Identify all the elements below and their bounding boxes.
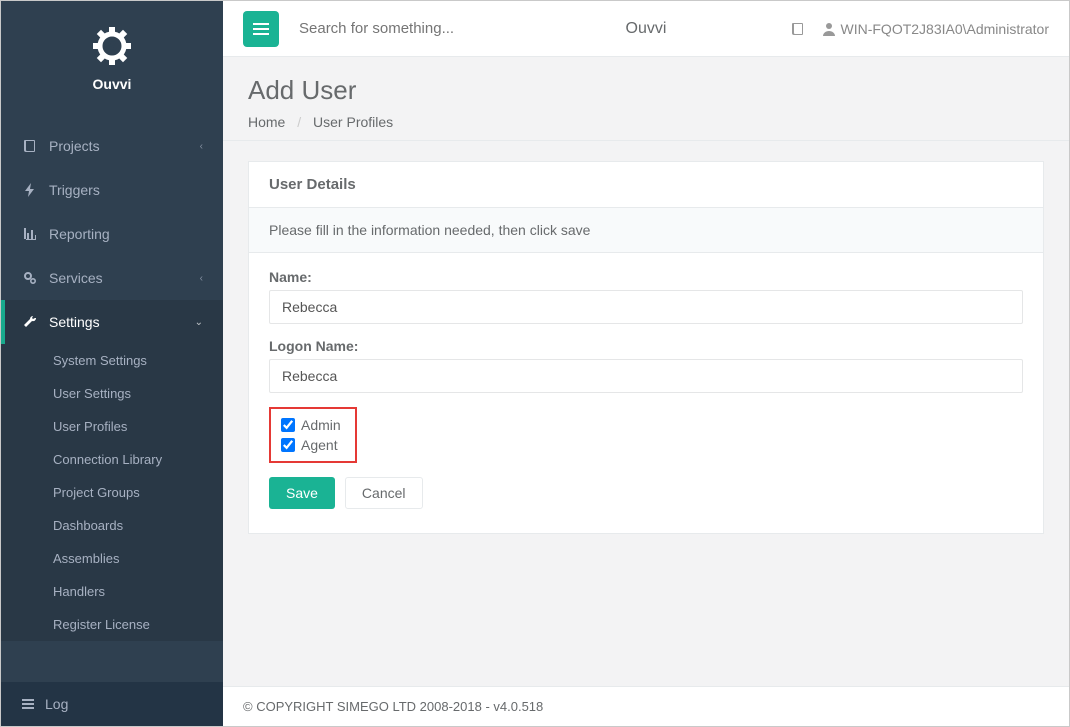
bolt-icon (21, 183, 39, 197)
breadcrumb-current: User Profiles (313, 114, 393, 130)
cancel-button[interactable]: Cancel (345, 477, 423, 509)
footer: © COPYRIGHT SIMEGO LTD 2008-2018 - v4.0.… (223, 686, 1069, 726)
panel-user-details: User Details Please fill in the informat… (248, 161, 1044, 534)
sidebar-item-triggers[interactable]: Triggers (1, 168, 223, 212)
panel-info: Please fill in the information needed, t… (249, 208, 1043, 253)
sidebar: S Ouvvi Projects ‹ Triggers Reporting (1, 1, 223, 726)
admin-checkbox-label: Admin (301, 417, 341, 433)
breadcrumb-home[interactable]: Home (248, 114, 285, 130)
footer-text: © COPYRIGHT SIMEGO LTD 2008-2018 - v4.0.… (243, 699, 543, 714)
sidebar-item-label: Triggers (49, 182, 100, 198)
page-title: Add User (248, 75, 1044, 106)
book-icon[interactable] (791, 22, 805, 36)
chevron-left-icon: ‹ (200, 273, 203, 284)
page-heading: Add User Home / User Profiles (223, 57, 1069, 141)
subitem-handlers[interactable]: Handlers (1, 575, 223, 608)
subitem-connection-library[interactable]: Connection Library (1, 443, 223, 476)
user-icon (823, 22, 835, 36)
name-label: Name: (269, 269, 1023, 285)
logon-input[interactable] (269, 359, 1023, 393)
subitem-system-settings[interactable]: System Settings (1, 344, 223, 377)
breadcrumb: Home / User Profiles (248, 114, 1044, 130)
chart-icon (21, 227, 39, 241)
cogs-icon (21, 271, 39, 285)
user-menu[interactable]: WIN-FQOT2J83IA0\Administrator (823, 21, 1050, 37)
wrench-icon (21, 315, 39, 329)
svg-text:S: S (107, 38, 116, 54)
brand-logo-icon: S (89, 21, 135, 67)
sidebar-item-projects[interactable]: Projects ‹ (1, 124, 223, 168)
breadcrumb-sep: / (297, 114, 301, 130)
sidebar-toggle-button[interactable] (243, 11, 279, 47)
sidebar-item-services[interactable]: Services ‹ (1, 256, 223, 300)
content: User Details Please fill in the informat… (223, 141, 1069, 686)
subitem-user-settings[interactable]: User Settings (1, 377, 223, 410)
list-icon (21, 697, 35, 711)
subitem-register-license[interactable]: Register License (1, 608, 223, 641)
sidebar-item-settings[interactable]: Settings ⌄ (1, 300, 223, 344)
topbar-center-title: Ouvvi (626, 20, 667, 38)
subitem-dashboards[interactable]: Dashboards (1, 509, 223, 542)
topbar-right: WIN-FQOT2J83IA0\Administrator (791, 21, 1050, 37)
sidebar-submenu-settings: System Settings User Settings User Profi… (1, 344, 223, 641)
subitem-user-profiles[interactable]: User Profiles (1, 410, 223, 443)
sidebar-footer-log[interactable]: Log (1, 682, 223, 726)
topbar: Ouvvi WIN-FQOT2J83IA0\Administrator (223, 1, 1069, 57)
chevron-down-icon: ⌄ (195, 317, 203, 328)
user-label: WIN-FQOT2J83IA0\Administrator (841, 21, 1050, 37)
role-checkbox-group: Admin Agent (269, 407, 357, 463)
subitem-assemblies[interactable]: Assemblies (1, 542, 223, 575)
panel-body: Name: Logon Name: Admin Agent (249, 253, 1043, 533)
main: Ouvvi WIN-FQOT2J83IA0\Administrator Add … (223, 1, 1069, 726)
panel-heading: User Details (249, 162, 1043, 208)
logon-label: Logon Name: (269, 338, 1023, 354)
sidebar-item-label: Reporting (49, 226, 110, 242)
sidebar-item-label: Services (49, 270, 103, 286)
button-row: Save Cancel (269, 477, 1023, 509)
admin-checkbox[interactable] (281, 418, 295, 432)
agent-checkbox-label: Agent (301, 437, 338, 453)
sidebar-item-reporting[interactable]: Reporting (1, 212, 223, 256)
field-name: Name: (269, 269, 1023, 324)
brand-name: Ouvvi (1, 76, 223, 92)
sidebar-footer-label: Log (45, 696, 68, 712)
field-logon-name: Logon Name: (269, 338, 1023, 393)
chevron-left-icon: ‹ (200, 141, 203, 152)
save-button[interactable]: Save (269, 477, 335, 509)
name-input[interactable] (269, 290, 1023, 324)
subitem-project-groups[interactable]: Project Groups (1, 476, 223, 509)
sidebar-nav: Projects ‹ Triggers Reporting Services ‹ (1, 124, 223, 641)
sidebar-item-label: Projects (49, 138, 100, 154)
book-icon (21, 139, 39, 153)
sidebar-header: S Ouvvi (1, 1, 223, 104)
sidebar-item-label: Settings (49, 314, 100, 330)
agent-checkbox[interactable] (281, 438, 295, 452)
search-input[interactable] (299, 20, 559, 37)
